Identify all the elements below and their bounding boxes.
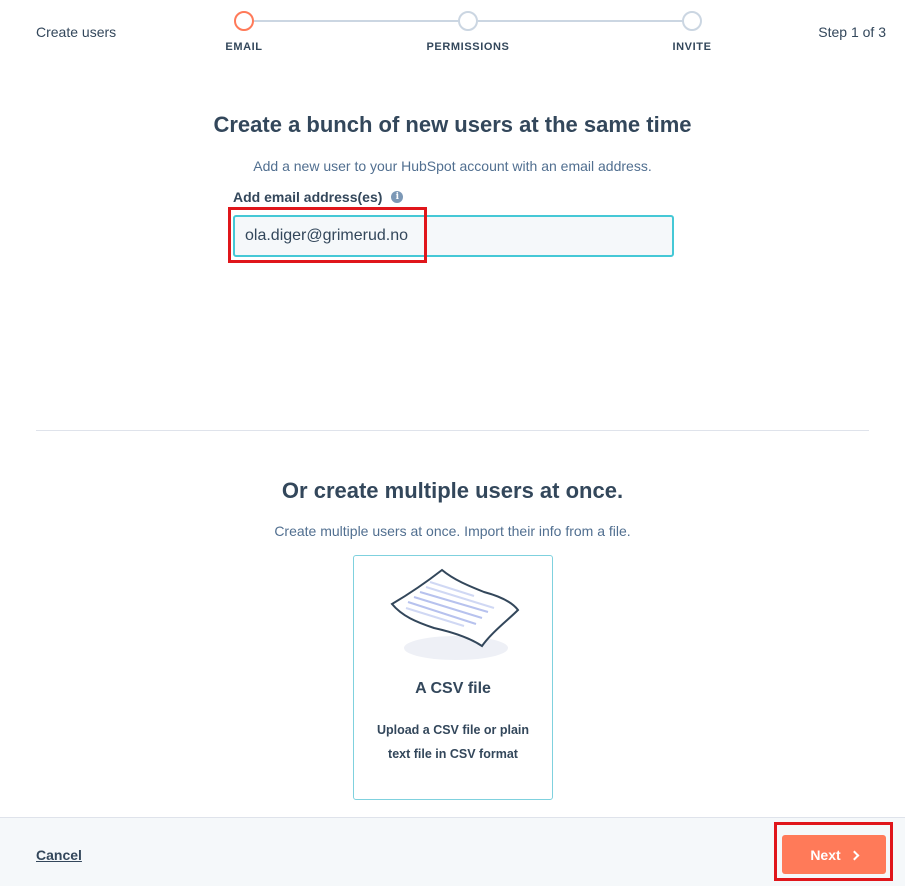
email-field-label: Add email address(es) i: [233, 189, 404, 205]
footer-bar: Cancel Next: [0, 817, 905, 886]
multiple-heading: Or create multiple users at once.: [281, 478, 624, 503]
next-button-label: Next: [810, 846, 841, 863]
step-count: Step 1 of 3: [818, 24, 886, 40]
step-email-dot: [234, 11, 254, 31]
step-permissions-dot: [458, 11, 478, 31]
single-heading: Create a bunch of new users at the same …: [213, 112, 692, 137]
next-button[interactable]: Next: [782, 835, 886, 874]
page-title: Create users: [36, 24, 117, 40]
chevron-right-icon: [849, 850, 860, 860]
email-input[interactable]: [245, 227, 662, 245]
multiple-subtitle: Create multiple users at once. Import th…: [274, 523, 631, 539]
step-invite-label: INVITE: [672, 41, 712, 53]
step-email-label: EMAIL: [225, 41, 263, 53]
step-invite-dot: [682, 11, 702, 31]
section-divider: [36, 430, 869, 431]
csv-file-card[interactable]: A CSV file Upload a CSV file or plain te…: [353, 555, 553, 800]
single-subtitle: Add a new user to your HubSpot account w…: [253, 158, 652, 174]
info-icon[interactable]: i: [391, 191, 404, 203]
stepper-connector: [254, 20, 460, 22]
csv-card-title: A CSV file: [415, 680, 491, 697]
csv-file-icon: [390, 568, 520, 660]
cancel-link[interactable]: Cancel: [36, 847, 82, 863]
email-field[interactable]: [233, 215, 674, 257]
csv-card-description: Upload a CSV file or plain text file in …: [376, 723, 530, 761]
email-label-text: Add email address(es): [233, 189, 383, 205]
step-permissions-label: PERMISSIONS: [426, 41, 510, 53]
stepper-connector: [478, 20, 684, 22]
